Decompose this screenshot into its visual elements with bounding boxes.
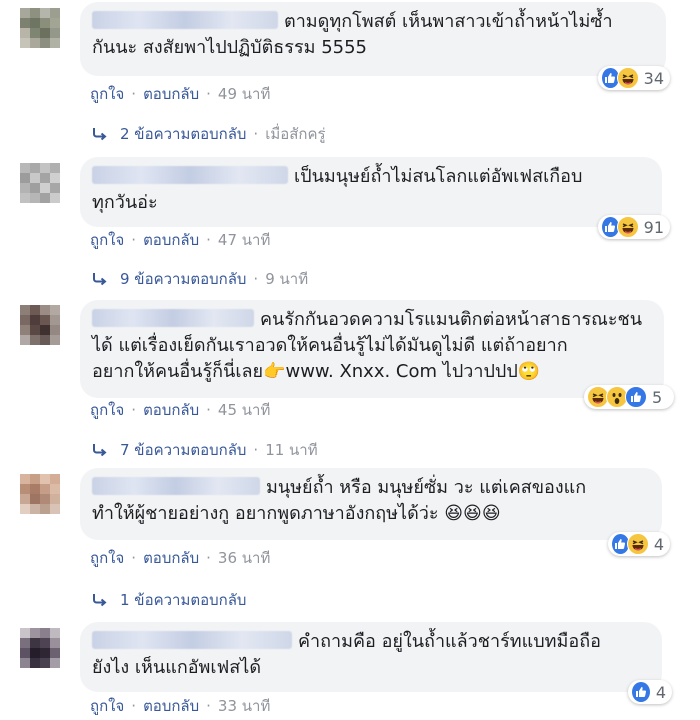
- avatar[interactable]: [20, 474, 60, 514]
- replies-time: 11 นาที: [265, 441, 318, 459]
- separator: ·: [206, 85, 211, 103]
- comment-time[interactable]: 47 นาที: [218, 231, 270, 249]
- reaction-count: 34: [643, 68, 664, 88]
- replies-count[interactable]: 7 ข้อความตอบกลับ: [120, 438, 246, 462]
- avatar[interactable]: [20, 8, 60, 48]
- commenter-name[interactable]: [92, 166, 288, 184]
- reply-link[interactable]: ตอบกลับ: [143, 231, 199, 249]
- comment-actions: ถูกใจ · ตอบกลับ · 45 นาที: [90, 398, 270, 422]
- separator: ·: [253, 441, 259, 459]
- reply-link[interactable]: ตอบกลับ: [143, 697, 199, 715]
- replies-time: 9 นาที: [265, 270, 309, 288]
- separator: ·: [206, 697, 211, 715]
- avatar[interactable]: [20, 628, 60, 668]
- comment-actions: ถูกใจ · ตอบกลับ · 33 นาที: [90, 694, 270, 718]
- reaction-count: 91: [643, 217, 664, 237]
- haha-icon: [616, 67, 639, 89]
- like-icon: [625, 386, 647, 408]
- separator: ·: [131, 85, 137, 103]
- comment-actions: ถูกใจ · ตอบกลับ · 36 นาที: [90, 546, 270, 570]
- reaction-summary[interactable]: 4: [628, 680, 672, 704]
- comment-bubble: คนรักกันอวดความโรแมนติกต่อหน้าสาธารณะชน …: [80, 300, 664, 398]
- separator: ·: [131, 549, 137, 567]
- comment-actions: ถูกใจ · ตอบกลับ · 49 นาที: [90, 82, 270, 106]
- reply-arrow-icon: [93, 594, 107, 607]
- reply-link[interactable]: ตอบกลับ: [143, 549, 199, 567]
- separator: ·: [253, 125, 259, 143]
- commenter-name[interactable]: [92, 631, 292, 649]
- separator: ·: [206, 231, 211, 249]
- reaction-count: 4: [653, 534, 664, 554]
- like-link[interactable]: ถูกใจ: [90, 231, 124, 249]
- reply-arrow-icon: [93, 128, 107, 141]
- comment-time[interactable]: 49 นาที: [218, 85, 270, 103]
- like-link[interactable]: ถูกใจ: [90, 85, 124, 103]
- avatar[interactable]: [20, 305, 60, 345]
- view-replies[interactable]: 2 ข้อความตอบกลับ · เมื่อสักครู่: [92, 122, 326, 146]
- comment-bubble: ตามดูทุกโพสต์ เห็นพาสาวเข้าถ้ำหน้าไม่ซ้ำ…: [80, 2, 666, 76]
- comment-bubble: คำถามคือ อยู่ในถ้ำแล้วชาร์ทแบทมือถือ ยัง…: [80, 622, 662, 692]
- replies-count[interactable]: 1 ข้อความตอบกลับ: [120, 588, 246, 612]
- separator: ·: [131, 401, 137, 419]
- separator: ·: [206, 549, 211, 567]
- comment-bubble: มนุษย์ถ้ำ หรือ มนุษย์ซั่ม วะ แต่เคสของแก…: [80, 468, 662, 540]
- view-replies[interactable]: 7 ข้อความตอบกลับ · 11 นาที: [92, 438, 318, 462]
- comment-time[interactable]: 45 นาที: [218, 401, 270, 419]
- avatar[interactable]: [20, 163, 60, 203]
- reaction-summary[interactable]: 91: [598, 215, 670, 239]
- comment-time[interactable]: 36 นาที: [218, 549, 270, 567]
- like-link[interactable]: ถูกใจ: [90, 401, 124, 419]
- commenter-name[interactable]: [92, 309, 254, 327]
- reaction-summary[interactable]: 5: [584, 385, 674, 409]
- like-icon: [631, 681, 651, 703]
- reaction-summary[interactable]: 34: [598, 66, 670, 90]
- reply-arrow-icon: [93, 273, 107, 286]
- reply-link[interactable]: ตอบกลับ: [143, 85, 199, 103]
- comment-time[interactable]: 33 นาที: [218, 697, 270, 715]
- haha-icon: [616, 216, 639, 238]
- separator: ·: [206, 401, 211, 419]
- separator: ·: [253, 270, 259, 288]
- replies-time: เมื่อสักครู่: [265, 125, 326, 143]
- separator: ·: [131, 231, 137, 249]
- separator: ·: [131, 697, 137, 715]
- view-replies[interactable]: 9 ข้อความตอบกลับ · 9 นาที: [92, 267, 308, 291]
- reply-link[interactable]: ตอบกลับ: [143, 401, 199, 419]
- like-link[interactable]: ถูกใจ: [90, 697, 124, 715]
- view-replies[interactable]: 1 ข้อความตอบกลับ: [92, 588, 246, 612]
- commenter-name[interactable]: [92, 477, 260, 495]
- like-link[interactable]: ถูกใจ: [90, 549, 124, 567]
- reaction-summary[interactable]: 4: [608, 532, 670, 556]
- reaction-count: 5: [652, 387, 663, 407]
- reaction-count: 4: [655, 682, 666, 702]
- comment-actions: ถูกใจ · ตอบกลับ · 47 นาที: [90, 228, 270, 252]
- comment-bubble: เป็นมนุษย์ถ้ำไม่สนโลกแต่อัพเฟสเกือบ ทุกว…: [80, 157, 662, 227]
- replies-count[interactable]: 9 ข้อความตอบกลับ: [120, 267, 246, 291]
- replies-count[interactable]: 2 ข้อความตอบกลับ: [120, 122, 246, 146]
- haha-icon: [626, 533, 649, 555]
- commenter-name[interactable]: [92, 11, 278, 29]
- reply-arrow-icon: [93, 444, 107, 457]
